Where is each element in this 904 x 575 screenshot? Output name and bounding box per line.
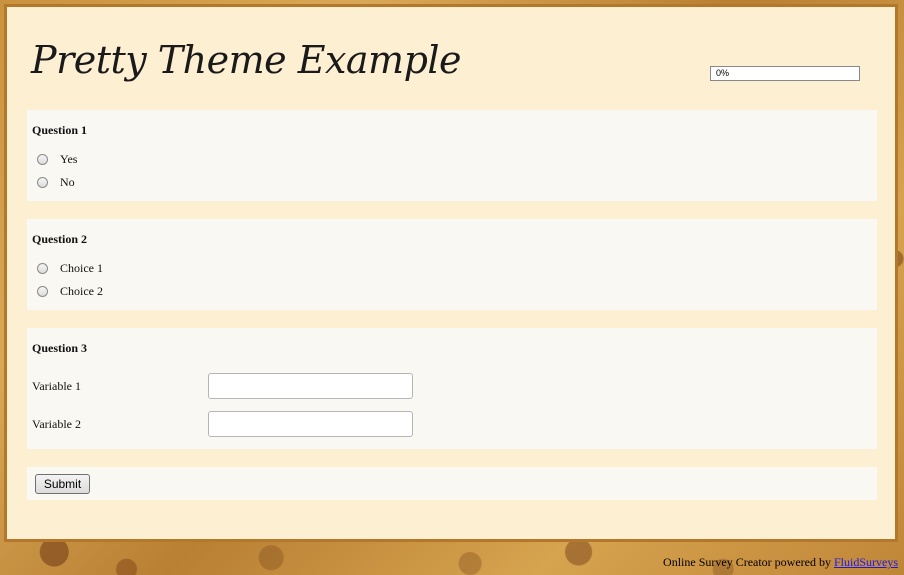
question-2-option-choice-1[interactable]: Choice 1 bbox=[37, 260, 103, 276]
option-label: Choice 1 bbox=[60, 260, 103, 275]
submit-button[interactable]: Submit bbox=[35, 474, 90, 494]
option-label: Yes bbox=[60, 151, 78, 166]
radio-button[interactable] bbox=[37, 176, 48, 188]
question-1-option-yes[interactable]: Yes bbox=[37, 151, 77, 167]
question-3-title: Question 3 bbox=[32, 341, 88, 355]
progress-bar: 0% bbox=[710, 66, 860, 81]
submit-block: Submit bbox=[27, 467, 877, 500]
variable-2-label: Variable 2 bbox=[32, 417, 81, 431]
question-1-option-no[interactable]: No bbox=[37, 174, 75, 190]
radio-button[interactable] bbox=[37, 285, 48, 297]
question-2-title: Question 2 bbox=[32, 232, 88, 246]
footer-text: Online Survey Creator powered by bbox=[663, 555, 831, 569]
footer: Online Survey Creator powered by FluidSu… bbox=[663, 555, 898, 570]
question-3-block: Question 3 Variable 1 Variable 2 bbox=[27, 328, 877, 449]
option-label: No bbox=[60, 174, 75, 189]
radio-button[interactable] bbox=[37, 153, 48, 165]
survey-panel: Pretty Theme Example 0% Question 1 Yes N… bbox=[4, 4, 898, 542]
survey-title: Pretty Theme Example bbox=[31, 38, 462, 82]
radio-button[interactable] bbox=[37, 262, 48, 274]
variable-1-input[interactable] bbox=[208, 373, 413, 399]
option-label: Choice 2 bbox=[60, 283, 103, 298]
question-1-block: Question 1 Yes No bbox=[27, 110, 877, 201]
question-2-option-choice-2[interactable]: Choice 2 bbox=[37, 283, 103, 299]
progress-label: 0% bbox=[716, 68, 730, 78]
question-2-block: Question 2 Choice 1 Choice 2 bbox=[27, 219, 877, 310]
variable-1-label: Variable 1 bbox=[32, 379, 81, 393]
variable-2-input[interactable] bbox=[208, 411, 413, 437]
fluidsurveys-link[interactable]: FluidSurveys bbox=[834, 555, 898, 569]
question-1-title: Question 1 bbox=[32, 123, 88, 137]
